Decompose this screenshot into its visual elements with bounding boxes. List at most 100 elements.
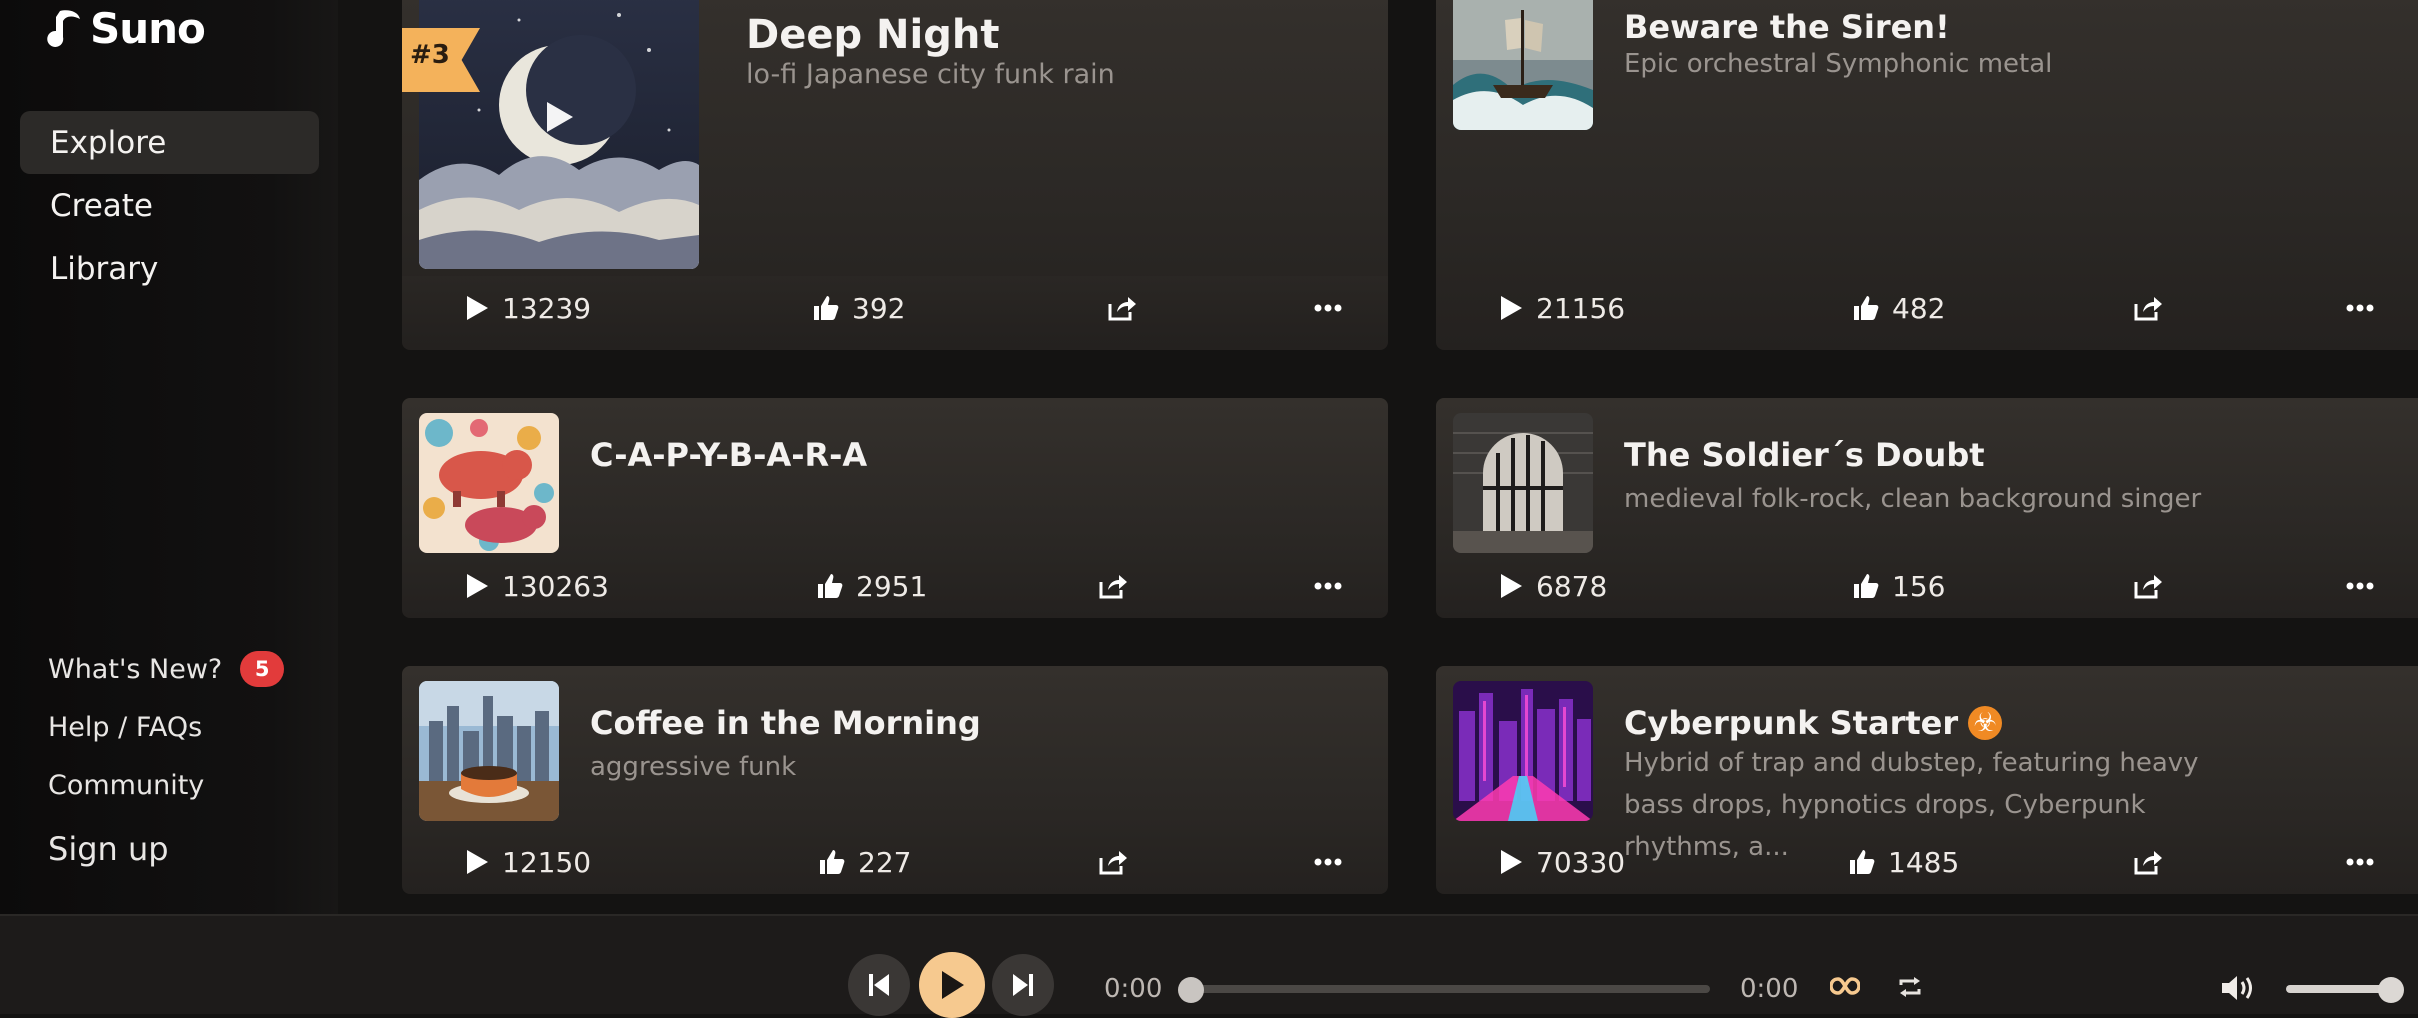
play-count-button[interactable]: 12150: [464, 830, 591, 894]
thumbs-up-icon: [816, 572, 844, 600]
song-card[interactable]: Coffee in the Morning aggressive funk 12…: [402, 666, 1388, 894]
play-icon: [1498, 294, 1524, 322]
play-count-button[interactable]: 13239: [464, 276, 591, 340]
song-stats-bar: 6878 156: [1436, 554, 2418, 618]
song-title[interactable]: Deep Night: [746, 12, 999, 58]
like-button[interactable]: 2951: [816, 554, 927, 618]
share-icon: [2133, 572, 2163, 600]
song-cover-image[interactable]: [1453, 413, 1593, 553]
nav-item-label: Create: [50, 187, 154, 224]
song-description: lo-fi Japanese city funk rain: [746, 59, 1115, 90]
more-options-button[interactable]: [1314, 276, 1342, 340]
like-button[interactable]: 482: [1852, 276, 1945, 340]
nav-item-create[interactable]: Create: [20, 174, 319, 237]
song-title[interactable]: Coffee in the Morning: [590, 704, 981, 742]
biohazard-emoji: ☣: [1968, 706, 2003, 740]
share-button[interactable]: [2133, 554, 2163, 618]
play-count: 130263: [502, 569, 609, 603]
more-options-button[interactable]: [2346, 554, 2374, 618]
like-button[interactable]: 227: [818, 830, 911, 894]
song-cover-image[interactable]: [1453, 0, 1593, 130]
more-options-button[interactable]: [2346, 830, 2374, 894]
sidebar-footer-links: What's New? 5 Help / FAQs Community Sign…: [48, 640, 285, 878]
share-button[interactable]: [1107, 276, 1137, 340]
play-icon: [464, 848, 490, 876]
play-count-button[interactable]: 130263: [464, 554, 609, 618]
play-count-button[interactable]: 21156: [1498, 276, 1625, 340]
song-card[interactable]: C-A-P-Y-B-A-R-A 130263 2951: [402, 398, 1388, 618]
progress-track[interactable]: [1190, 985, 1710, 993]
like-count: 392: [852, 291, 906, 325]
next-track-button[interactable]: [992, 954, 1054, 1016]
ellipsis-icon: [2346, 582, 2374, 590]
song-cover-image[interactable]: [419, 681, 559, 821]
sign-up-link[interactable]: Sign up: [48, 820, 284, 878]
whats-new-link[interactable]: What's New? 5: [48, 640, 285, 698]
help-faqs-link[interactable]: Help / FAQs: [48, 698, 284, 756]
community-label: Community: [48, 769, 205, 801]
share-button[interactable]: [2133, 830, 2163, 894]
play-count-button[interactable]: 70330: [1498, 830, 1625, 894]
ellipsis-icon: [1314, 304, 1342, 312]
song-title[interactable]: The Soldier´s Doubt: [1624, 436, 1985, 474]
like-button[interactable]: 1485: [1848, 830, 1959, 894]
volume-knob[interactable]: [2378, 977, 2404, 1003]
play-icon: [1498, 572, 1524, 600]
song-card[interactable]: #3 Deep Night lo-fi Japanese city funk r…: [402, 0, 1388, 350]
ellipsis-icon: [1314, 858, 1342, 866]
play-count-button[interactable]: 6878: [1498, 554, 1607, 618]
share-button[interactable]: [2133, 276, 2163, 340]
song-cover-image[interactable]: [1453, 681, 1593, 821]
play-count: 6878: [1536, 569, 1608, 603]
song-description: aggressive funk: [590, 752, 797, 782]
current-time: 0:00: [1104, 974, 1163, 1004]
song-card[interactable]: Beware the Siren! Epic orchestral Sympho…: [1436, 0, 2418, 350]
brand-name: Suno: [90, 4, 206, 53]
progress-knob[interactable]: [1178, 977, 1204, 1003]
song-stats-bar: 21156 482: [1436, 276, 2418, 340]
nav-item-library[interactable]: Library: [20, 237, 319, 300]
song-card[interactable]: The Soldier´s Doubt medieval folk-rock, …: [1436, 398, 2418, 618]
thumbs-up-icon: [1852, 572, 1880, 600]
share-icon: [1098, 848, 1128, 876]
ellipsis-icon: [2346, 858, 2374, 866]
skip-forward-icon: [1011, 972, 1035, 998]
play-count: 70330: [1536, 845, 1626, 879]
suno-logo-icon: [46, 7, 84, 51]
volume-icon[interactable]: [2220, 974, 2256, 1002]
like-count: 2951: [856, 569, 928, 603]
sidebar: Suno Explore Create Library What's New? …: [0, 0, 338, 914]
like-button[interactable]: 392: [812, 276, 905, 340]
play-icon: [464, 572, 490, 600]
thumbs-up-icon: [1852, 294, 1880, 322]
share-button[interactable]: [1098, 554, 1128, 618]
sign-up-label: Sign up: [48, 830, 169, 868]
nav-item-label: Explore: [50, 124, 167, 161]
song-stats-bar: 12150 227: [402, 830, 1388, 894]
like-button[interactable]: 156: [1852, 554, 1945, 618]
infinity-loop-icon[interactable]: [1830, 976, 1860, 996]
suno-logo[interactable]: Suno: [46, 4, 206, 53]
song-title[interactable]: Cyberpunk Starter ☣: [1624, 704, 2003, 742]
nav-item-explore[interactable]: Explore: [20, 111, 319, 174]
whats-new-label: What's New?: [48, 653, 223, 685]
community-link[interactable]: Community: [48, 756, 284, 814]
song-description: Epic orchestral Symphonic metal: [1624, 49, 2053, 79]
thumbs-up-icon: [812, 294, 840, 322]
repeat-icon[interactable]: [1898, 976, 1922, 998]
more-options-button[interactable]: [2346, 276, 2374, 340]
song-title[interactable]: Beware the Siren!: [1624, 8, 1950, 46]
song-cover-image[interactable]: [419, 413, 559, 553]
play-icon: [938, 969, 966, 1001]
thumbs-up-icon: [1848, 848, 1876, 876]
share-button[interactable]: [1098, 830, 1128, 894]
help-faqs-label: Help / FAQs: [48, 711, 203, 743]
more-options-button[interactable]: [1314, 830, 1342, 894]
previous-track-button[interactable]: [848, 954, 910, 1016]
volume-track[interactable]: [2286, 985, 2392, 993]
play-pause-button[interactable]: [919, 952, 985, 1018]
song-title[interactable]: C-A-P-Y-B-A-R-A: [590, 436, 867, 474]
song-card[interactable]: Cyberpunk Starter ☣ Hybrid of trap and d…: [1436, 666, 2418, 894]
song-stats-bar: 130263 2951: [402, 554, 1388, 618]
more-options-button[interactable]: [1314, 554, 1342, 618]
